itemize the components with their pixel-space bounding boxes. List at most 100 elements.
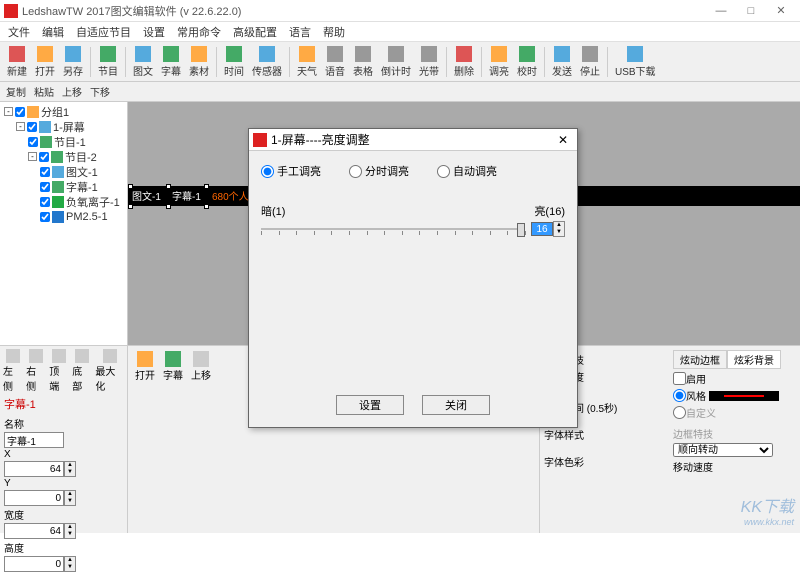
- tree-checkbox[interactable]: [28, 137, 38, 147]
- tree-sidebar: -分组1 -1-屏幕 节目-1 -节目-2 图文-1 字幕-1 负氧离子-1 P…: [0, 102, 128, 345]
- expand-icon[interactable]: -: [28, 152, 37, 161]
- timed-radio[interactable]: 分时调亮: [349, 163, 409, 179]
- x-spinner[interactable]: ▲▼: [64, 461, 76, 477]
- scroll-select[interactable]: 顺向转动: [673, 443, 773, 457]
- toolbar-表格[interactable]: 表格: [350, 45, 376, 79]
- resize-handle[interactable]: [128, 184, 133, 189]
- brightness-slider[interactable]: [261, 220, 525, 238]
- tree-prog1[interactable]: 节目-1: [2, 134, 125, 149]
- app-title: LedshawTW 2017图文编辑软件 (v 22.6.22.0): [22, 3, 706, 19]
- toolbar-校时[interactable]: 校时: [514, 45, 540, 79]
- toolbar-倒计时[interactable]: 倒计时: [378, 45, 414, 79]
- style-radio[interactable]: [673, 389, 686, 402]
- width-spinner[interactable]: ▲▼: [64, 523, 76, 539]
- menu-edit[interactable]: 编辑: [38, 23, 68, 41]
- resize-handle[interactable]: [204, 204, 209, 209]
- copy-button[interactable]: 复制: [4, 84, 28, 99]
- toolbar-图文[interactable]: 图文: [130, 45, 156, 79]
- toolbar-另存[interactable]: 另存: [60, 45, 86, 79]
- main-toolbar: 新建打开另存节目图文字幕素材时间传感器天气语音表格倒计时光带删除调亮校时发送停止…: [0, 42, 800, 82]
- align-left-tab[interactable]: 左侧: [2, 348, 23, 394]
- maximize-tab[interactable]: 最大化: [94, 348, 125, 394]
- resize-handle[interactable]: [166, 184, 171, 189]
- toolbar-素材[interactable]: 素材: [186, 45, 212, 79]
- toolbar-新建[interactable]: 新建: [4, 45, 30, 79]
- menu-settings[interactable]: 设置: [139, 23, 169, 41]
- close-button-modal[interactable]: 关闭: [422, 395, 490, 415]
- enable-checkbox[interactable]: [673, 372, 686, 385]
- tree-root[interactable]: -分组1: [2, 104, 125, 119]
- toolbar-节目[interactable]: 节目: [95, 45, 121, 79]
- screen-icon: [39, 121, 51, 133]
- movedown-button[interactable]: 下移: [88, 84, 112, 99]
- toolbar-发送[interactable]: 发送: [549, 45, 575, 79]
- align-top-tab[interactable]: 顶端: [48, 348, 69, 394]
- tree-checkbox[interactable]: [27, 122, 37, 132]
- tree-checkbox[interactable]: [39, 152, 49, 162]
- menu-commands[interactable]: 常用命令: [173, 23, 225, 41]
- toolbar-删除[interactable]: 删除: [451, 45, 477, 79]
- brightness-spinner[interactable]: ▲▼: [553, 221, 565, 237]
- toolbar-调亮[interactable]: 调亮: [486, 45, 512, 79]
- moveup-button2[interactable]: 上移: [188, 350, 214, 383]
- auto-radio[interactable]: 自动调亮: [437, 163, 497, 179]
- custom-radio[interactable]: [673, 406, 686, 419]
- y-spinner[interactable]: ▲▼: [64, 490, 76, 506]
- move-speed-label: 移动速度: [673, 459, 713, 474]
- tree-pm[interactable]: PM2.5-1: [2, 209, 125, 224]
- toolbar-字幕[interactable]: 字幕: [158, 45, 184, 79]
- tree-checkbox[interactable]: [40, 212, 50, 222]
- height-input[interactable]: [4, 556, 64, 572]
- expand-icon[interactable]: -: [16, 122, 25, 131]
- resize-handle[interactable]: [166, 204, 171, 209]
- menu-adaptive[interactable]: 自适应节目: [72, 23, 135, 41]
- toolbar-天气[interactable]: 天气: [294, 45, 320, 79]
- align-bottom-tab[interactable]: 底部: [71, 348, 92, 394]
- close-button[interactable]: ✕: [766, 1, 796, 21]
- toolbar-语音[interactable]: 语音: [322, 45, 348, 79]
- resize-handle[interactable]: [204, 184, 209, 189]
- moveup-button[interactable]: 上移: [60, 84, 84, 99]
- maximize-button[interactable]: □: [736, 1, 766, 21]
- tree-zimu[interactable]: 字幕-1: [2, 179, 125, 194]
- menu-file[interactable]: 文件: [4, 23, 34, 41]
- dialog-close-button[interactable]: ✕: [553, 133, 573, 147]
- toolbar-光带[interactable]: 光带: [416, 45, 442, 79]
- brightness-value[interactable]: [531, 222, 553, 236]
- tree-checkbox[interactable]: [40, 182, 50, 192]
- subtitle-button[interactable]: 字幕: [160, 350, 186, 383]
- menu-advanced[interactable]: 高级配置: [229, 23, 281, 41]
- toolbar-传感器[interactable]: 传感器: [249, 45, 285, 79]
- tree-screen[interactable]: -1-屏幕: [2, 119, 125, 134]
- tree-prog2[interactable]: -节目-2: [2, 149, 125, 164]
- minimize-button[interactable]: —: [706, 1, 736, 21]
- name-input[interactable]: [4, 432, 64, 448]
- canvas-label-zimu[interactable]: 字幕-1: [172, 188, 201, 203]
- canvas-label-tuwen[interactable]: 图文-1: [132, 188, 161, 203]
- set-button[interactable]: 设置: [336, 395, 404, 415]
- x-input[interactable]: [4, 461, 64, 477]
- border-tab[interactable]: 炫动边框: [673, 350, 727, 369]
- toolbar-USB下载[interactable]: USB下载: [612, 45, 659, 79]
- tree-checkbox[interactable]: [40, 197, 50, 207]
- menu-help[interactable]: 帮助: [319, 23, 349, 41]
- dialog-title: 1-屏幕----亮度调整: [271, 131, 553, 148]
- paste-button[interactable]: 粘贴: [32, 84, 56, 99]
- tree-tuwen[interactable]: 图文-1: [2, 164, 125, 179]
- align-right-tab[interactable]: 右侧: [25, 348, 46, 394]
- toolbar-打开[interactable]: 打开: [32, 45, 58, 79]
- resize-handle[interactable]: [128, 204, 133, 209]
- tree-fuyang[interactable]: 负氧离子-1: [2, 194, 125, 209]
- height-spinner[interactable]: ▲▼: [64, 556, 76, 572]
- menu-language[interactable]: 语言: [285, 23, 315, 41]
- toolbar-时间[interactable]: 时间: [221, 45, 247, 79]
- expand-icon[interactable]: -: [4, 107, 13, 116]
- tree-checkbox[interactable]: [40, 167, 50, 177]
- y-input[interactable]: [4, 490, 64, 506]
- manual-radio[interactable]: 手工调亮: [261, 163, 321, 179]
- toolbar-停止[interactable]: 停止: [577, 45, 603, 79]
- tree-checkbox[interactable]: [15, 107, 25, 117]
- width-input[interactable]: [4, 523, 64, 539]
- background-tab[interactable]: 炫彩背景: [727, 350, 781, 369]
- open-button[interactable]: 打开: [132, 350, 158, 383]
